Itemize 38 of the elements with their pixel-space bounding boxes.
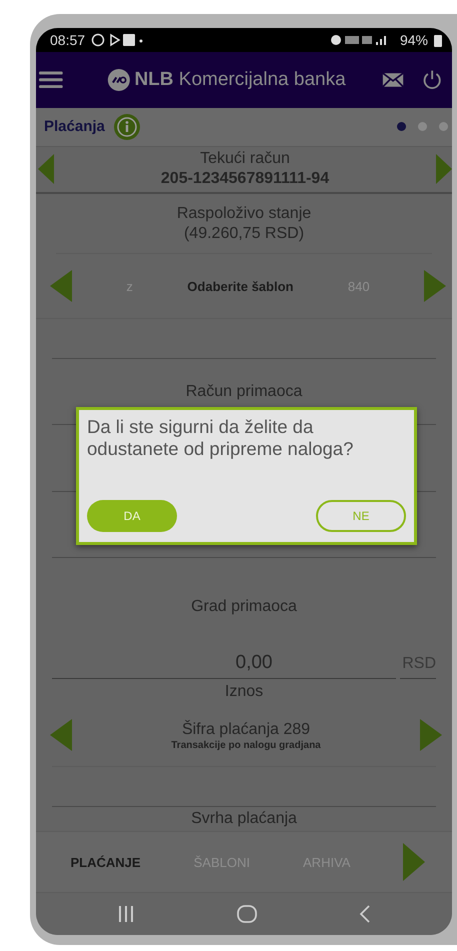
template-selector[interactable]: Odaberite šablon [187,278,294,294]
account-type: Tekući račun [200,149,290,170]
account-number: 205-1234567891111-94 [160,169,330,190]
amount-field[interactable]: 0,00 [52,650,396,679]
balance-value: (49.260,75 RSD) [184,224,304,244]
section-title: Plaćanja [44,118,105,136]
menu-icon[interactable] [39,69,63,91]
power-icon[interactable] [422,68,442,92]
info-icon[interactable] [112,112,141,141]
left-arrow-icon[interactable] [50,270,72,302]
right-arrow-icon[interactable] [424,270,446,302]
bottom-tab[interactable]: PLAĆANJE [70,854,141,870]
dialog-message: Da li ste sigurni da želite da odustanete od pripreme naloga? [87,416,354,460]
bank-name: NLB Komercijalna banka [134,69,346,91]
battery-percent: 94% [400,32,428,48]
balance-label: Raspoloživo stanje [176,204,312,224]
left-arrow-icon[interactable] [50,719,72,752]
payment-code-description: Transakcije po nalogu gradjana [171,740,321,751]
right-arrow-icon[interactable] [403,843,426,881]
cancel-button[interactable]: NE [316,500,406,532]
recent-apps-icon[interactable] [117,906,135,922]
empty-field[interactable] [52,766,436,808]
recipient-city-label: Grad primaoca [191,597,297,618]
status-time: 08:57 [50,32,86,48]
battery-icon [434,34,442,46]
logo-icon [106,66,130,94]
payment-code: Šifra plaćanja 289 [182,720,310,740]
recipient-account-label: Račun primaoca [186,382,302,402]
mail-icon[interactable] [382,70,404,90]
home-icon[interactable] [237,905,257,923]
left-arrow-icon[interactable] [38,154,54,184]
back-icon[interactable] [359,905,371,923]
amount-label: Iznos [224,682,264,702]
right-arrow-icon[interactable] [436,154,452,184]
notification-icons [91,33,144,47]
confirm-button[interactable]: DA [87,500,177,532]
right-arrow-icon[interactable] [420,719,442,752]
purpose-label: Svrha plaćanja [191,809,297,830]
